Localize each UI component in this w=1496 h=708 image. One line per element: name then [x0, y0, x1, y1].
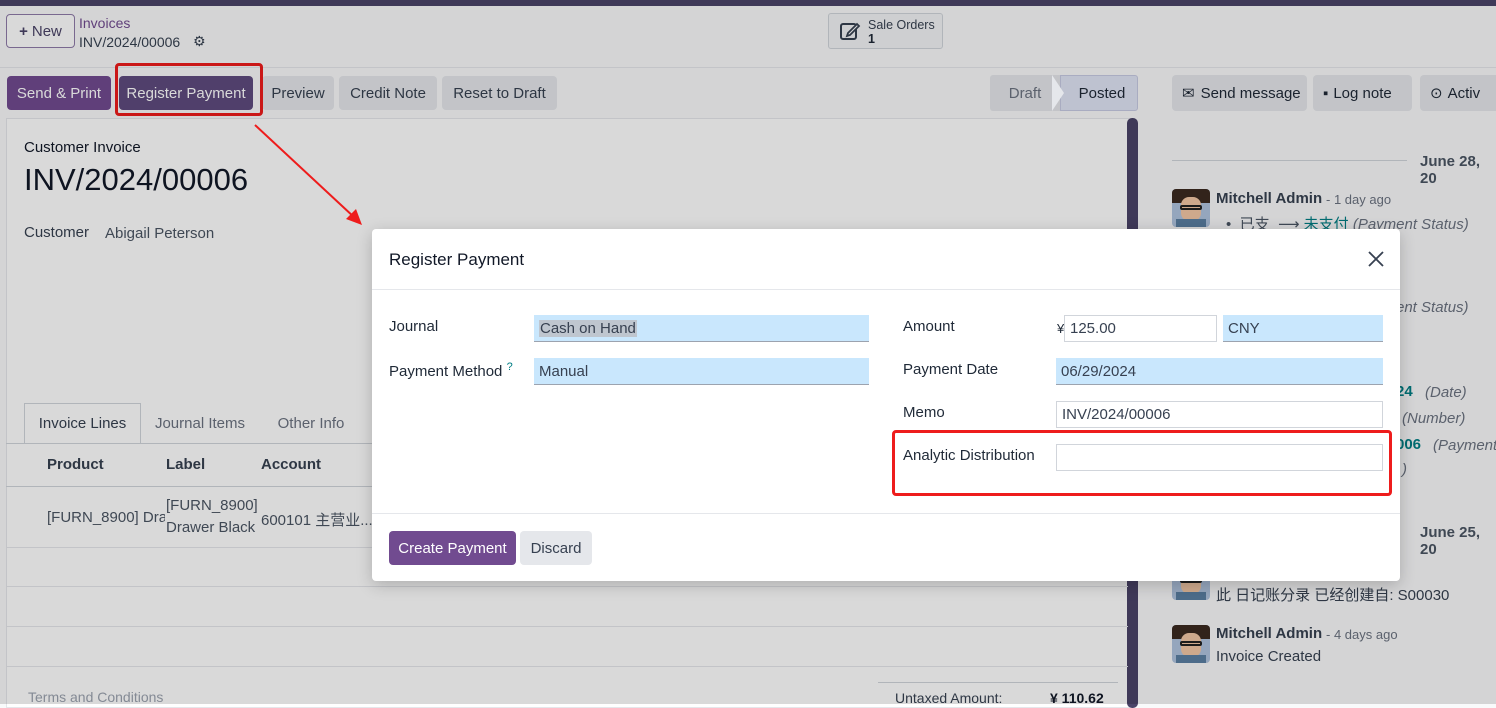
discard-button[interactable]: Discard	[520, 531, 592, 565]
payment-date-label: Payment Date	[903, 361, 999, 378]
create-payment-button[interactable]: Create Payment	[389, 531, 516, 565]
amount-label: Amount	[903, 318, 955, 335]
payment-method-label: Payment Method ?	[389, 361, 513, 380]
dialog-title: Register Payment	[389, 250, 525, 269]
currency-field[interactable]: CNY	[1223, 315, 1383, 342]
footer-divider	[372, 513, 1400, 514]
annotation-highlight-box	[892, 430, 1392, 496]
status-arrow	[1052, 75, 1064, 111]
journal-label: Journal	[389, 318, 439, 335]
payment-date-field[interactable]: 06/29/2024	[1056, 358, 1383, 385]
journal-field[interactable]: Cash on Hand	[534, 315, 869, 342]
amount-field[interactable]: 125.00	[1064, 315, 1217, 342]
close-icon[interactable]	[1366, 249, 1386, 269]
payment-method-field[interactable]: Manual	[534, 358, 869, 385]
memo-label: Memo	[903, 404, 945, 421]
memo-field[interactable]: INV/2024/00006	[1056, 401, 1383, 428]
header-divider	[372, 289, 1400, 290]
register-payment-dialog: Register Payment Journal Cash on Hand Pa…	[372, 229, 1400, 581]
help-icon[interactable]: ?	[507, 361, 513, 373]
